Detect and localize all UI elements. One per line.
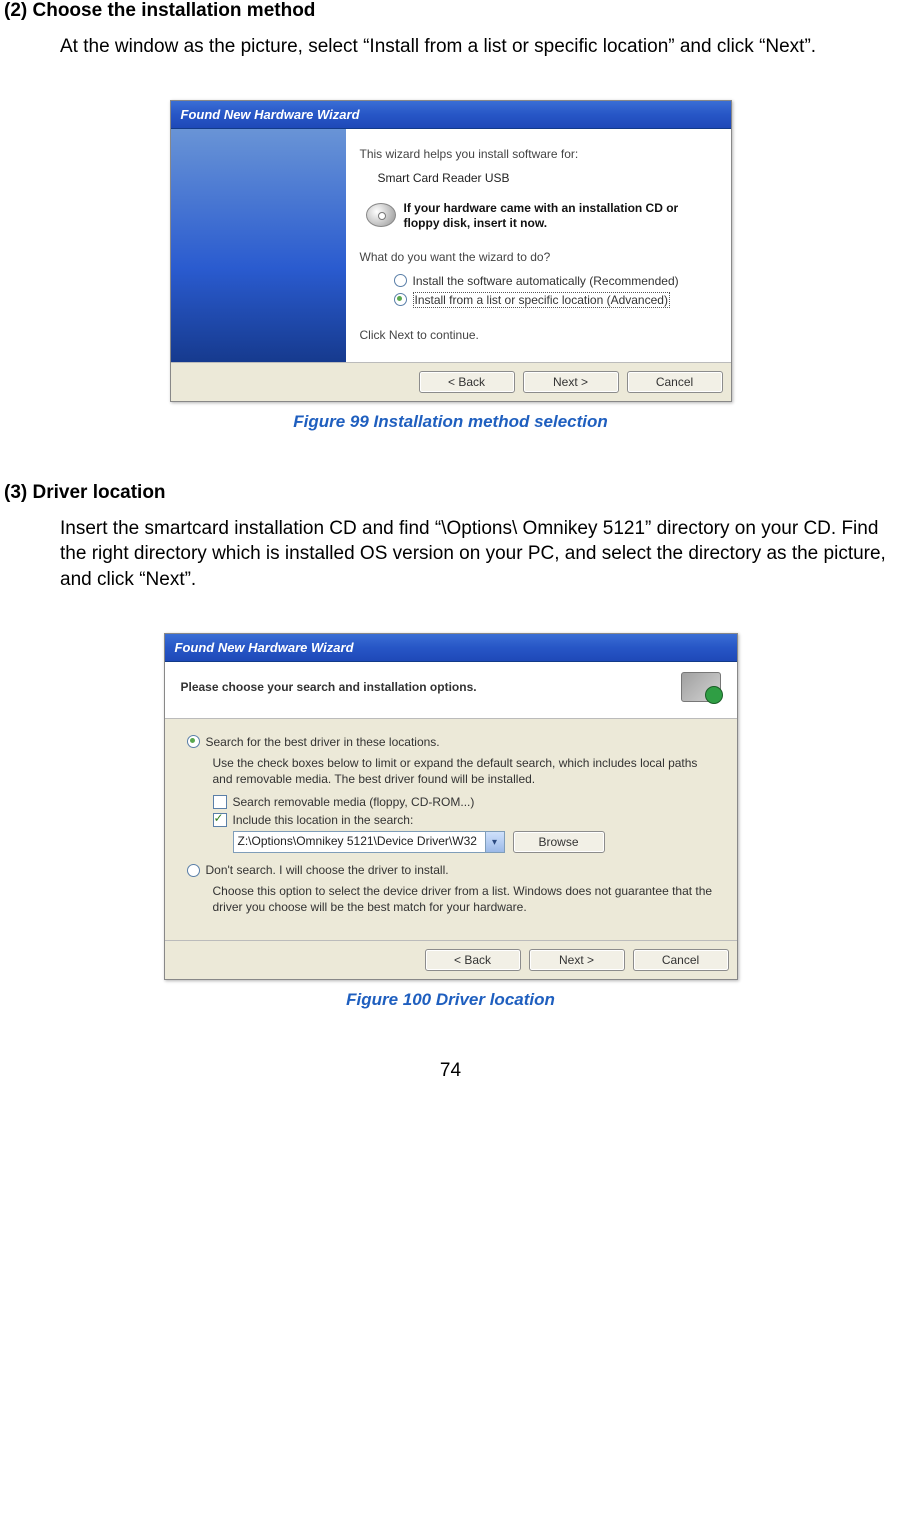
window-titlebar: Found New Hardware Wizard — [165, 634, 737, 662]
cd-instruction-text: If your hardware came with an installati… — [404, 201, 715, 232]
checkbox-icon — [213, 813, 227, 827]
radio-install-automatically[interactable]: Install the software automatically (Reco… — [394, 274, 715, 288]
radio-label: Install from a list or specific location… — [413, 292, 670, 308]
radio-icon — [187, 735, 200, 748]
wizard-window-1: Found New Hardware Wizard This wizard he… — [170, 100, 732, 402]
checkbox-removable-media[interactable]: Search removable media (floppy, CD-ROM..… — [213, 795, 719, 809]
dont-search-help-text: Choose this option to select the device … — [213, 883, 719, 915]
checkbox-include-location[interactable]: Include this location in the search: — [213, 813, 719, 827]
next-button[interactable]: Next > — [529, 949, 625, 971]
radio-search-locations[interactable]: Search for the best driver in these loca… — [187, 735, 719, 749]
checkbox-label: Include this location in the search: — [233, 813, 414, 827]
wizard-sidebar-graphic — [171, 129, 346, 362]
wizard-question: What do you want the wizard to do? — [360, 250, 715, 264]
wizard-window-2: Found New Hardware Wizard Please choose … — [164, 633, 738, 980]
page-number: 74 — [0, 1060, 901, 1082]
window-titlebar: Found New Hardware Wizard — [171, 101, 731, 129]
section-2-heading: (2) Choose the installation method — [0, 0, 901, 22]
radio-install-from-list[interactable]: Install from a list or specific location… — [394, 292, 715, 308]
back-button[interactable]: < Back — [419, 371, 515, 393]
dropdown-arrow-icon: ▾ — [485, 832, 504, 852]
figure-99-caption: Figure 99 Installation method selection — [0, 412, 901, 432]
search-help-text: Use the check boxes below to limit or ex… — [213, 755, 719, 787]
section-2-body: At the window as the picture, select “In… — [0, 34, 901, 60]
wizard-button-bar: < Back Next > Cancel — [171, 362, 731, 401]
click-next-text: Click Next to continue. — [360, 328, 715, 342]
radio-icon — [187, 864, 200, 877]
wizard-intro-text: This wizard helps you install software f… — [360, 147, 715, 161]
figure-99: Found New Hardware Wizard This wizard he… — [0, 100, 901, 402]
wizard-button-bar: < Back Next > Cancel — [165, 940, 737, 979]
device-name: Smart Card Reader USB — [378, 171, 715, 185]
location-path-select[interactable]: Z:\Options\Omnikey 5121\Device Driver\W3… — [233, 831, 505, 853]
wizard-header-panel: Please choose your search and installati… — [165, 662, 737, 719]
radio-label: Don't search. I will choose the driver t… — [206, 863, 449, 877]
checkbox-label: Search removable media (floppy, CD-ROM..… — [233, 795, 475, 809]
next-button[interactable]: Next > — [523, 371, 619, 393]
checkbox-icon — [213, 795, 227, 809]
cancel-button[interactable]: Cancel — [633, 949, 729, 971]
browse-button[interactable]: Browse — [513, 831, 605, 853]
radio-icon — [394, 274, 407, 287]
location-path-value: Z:\Options\Omnikey 5121\Device Driver\W3… — [234, 832, 485, 852]
back-button[interactable]: < Back — [425, 949, 521, 971]
section-3-heading: (3) Driver location — [0, 482, 901, 504]
radio-dont-search[interactable]: Don't search. I will choose the driver t… — [187, 863, 719, 877]
cancel-button[interactable]: Cancel — [627, 371, 723, 393]
radio-label: Search for the best driver in these loca… — [206, 735, 440, 749]
cd-icon — [366, 203, 396, 227]
radio-icon — [394, 293, 407, 306]
wizard-header-text: Please choose your search and installati… — [181, 680, 477, 694]
hardware-icon — [681, 672, 721, 702]
radio-label: Install the software automatically (Reco… — [413, 274, 679, 288]
figure-100-caption: Figure 100 Driver location — [0, 990, 901, 1010]
section-3-body: Insert the smartcard installation CD and… — [0, 516, 901, 593]
figure-100: Found New Hardware Wizard Please choose … — [0, 633, 901, 980]
